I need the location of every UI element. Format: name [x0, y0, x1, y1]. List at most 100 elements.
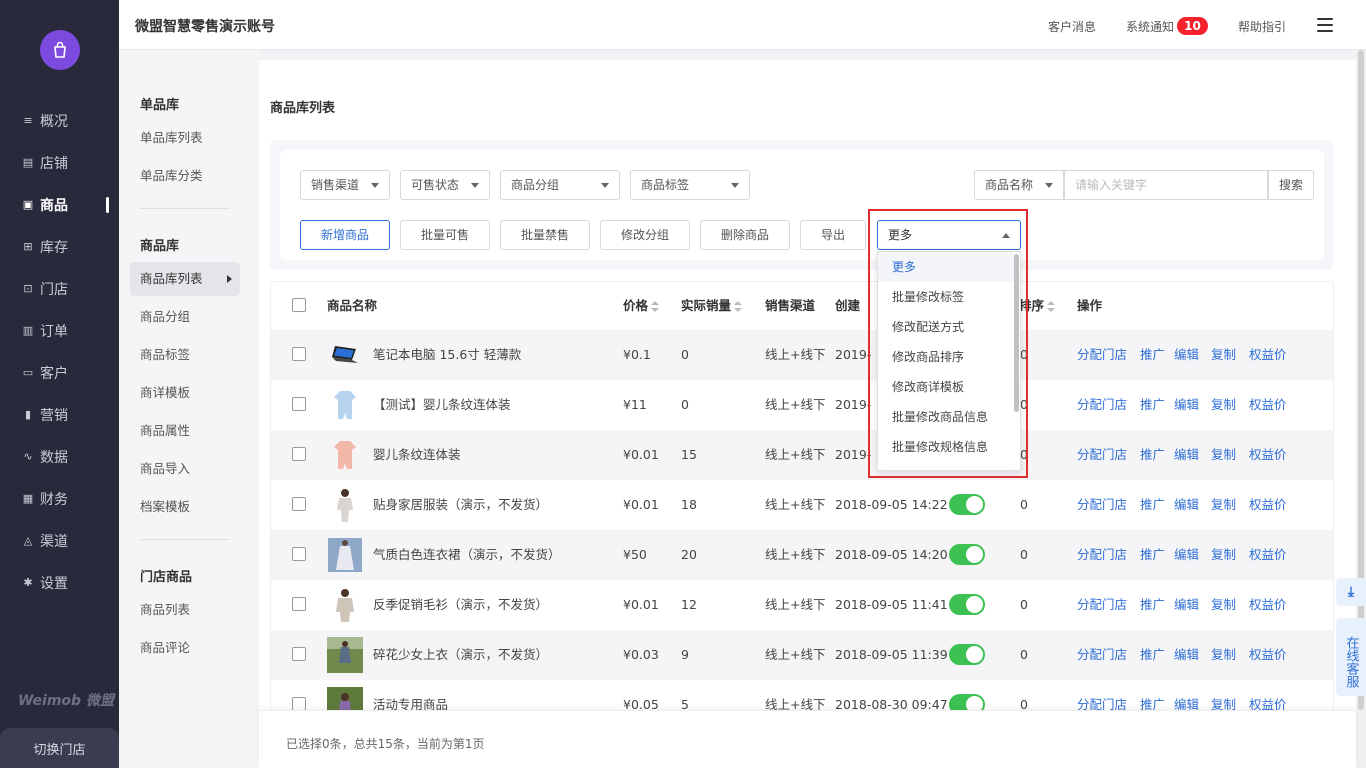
- dropdown-option[interactable]: 更多: [878, 252, 1014, 282]
- modify-group-button[interactable]: 修改分组: [600, 220, 690, 250]
- benefit-price-link[interactable]: 权益价: [1249, 430, 1287, 480]
- download-icon[interactable]: ⤓: [1336, 578, 1366, 606]
- sort-icon[interactable]: [734, 300, 743, 313]
- online-service-button[interactable]: 在线客服: [1336, 618, 1366, 696]
- copy-link[interactable]: 复制: [1211, 430, 1236, 480]
- add-goods-button[interactable]: 新增商品: [300, 220, 390, 250]
- product-name[interactable]: 反季促销毛衫（演示，不发货）: [373, 580, 548, 630]
- on-sale-toggle[interactable]: [949, 494, 985, 515]
- customer-messages-link[interactable]: 客户消息: [1048, 18, 1096, 35]
- copy-link[interactable]: 复制: [1211, 580, 1236, 630]
- nav-item[interactable]: ◬ 渠道: [0, 527, 119, 555]
- col-header-sales[interactable]: 实际销量: [681, 282, 743, 330]
- sort-icon[interactable]: [1047, 300, 1056, 313]
- promote-link[interactable]: 推广: [1140, 380, 1165, 430]
- delete-goods-button[interactable]: 删除商品: [700, 220, 790, 250]
- subnav-item-single-list[interactable]: 单品库列表: [130, 121, 240, 155]
- product-thumbnail[interactable]: [327, 437, 363, 473]
- product-thumbnail[interactable]: [327, 537, 363, 573]
- product-thumbnail[interactable]: [327, 587, 363, 623]
- sort-icon[interactable]: [651, 300, 660, 313]
- subnav-item-goods-tag[interactable]: 商品标签: [130, 338, 240, 372]
- product-name[interactable]: 碎花少女上衣（演示，不发货）: [373, 630, 548, 680]
- assign-store-link[interactable]: 分配门店: [1077, 530, 1127, 580]
- search-field-select[interactable]: 商品名称: [974, 170, 1064, 200]
- benefit-price-link[interactable]: 权益价: [1249, 380, 1287, 430]
- row-checkbox[interactable]: [292, 547, 306, 561]
- benefit-price-link[interactable]: 权益价: [1249, 330, 1287, 380]
- help-guide-link[interactable]: 帮助指引: [1238, 18, 1286, 35]
- sale-status-select[interactable]: 可售状态: [400, 170, 490, 200]
- export-button[interactable]: 导出: [800, 220, 866, 250]
- sales-channel-select[interactable]: 销售渠道: [300, 170, 390, 200]
- nav-item[interactable]: ≡ 概况: [0, 107, 119, 135]
- product-name[interactable]: 婴儿条纹连体装: [373, 430, 461, 480]
- nav-item[interactable]: ▣ 商品: [0, 191, 119, 219]
- row-checkbox[interactable]: [292, 497, 306, 511]
- subnav-item-goods-attr[interactable]: 商品属性: [130, 414, 240, 448]
- row-checkbox[interactable]: [292, 397, 306, 411]
- dropdown-scrollbar[interactable]: [1014, 254, 1019, 412]
- subnav-item-goods-review[interactable]: 商品评论: [130, 631, 240, 665]
- select-all-checkbox[interactable]: [292, 298, 306, 312]
- nav-item[interactable]: ⊞ 库存: [0, 233, 119, 261]
- product-thumbnail[interactable]: [327, 487, 363, 523]
- batch-sellable-button[interactable]: 批量可售: [400, 220, 490, 250]
- assign-store-link[interactable]: 分配门店: [1077, 330, 1127, 380]
- benefit-price-link[interactable]: 权益价: [1249, 580, 1287, 630]
- goods-tag-select[interactable]: 商品标签: [630, 170, 750, 200]
- product-name[interactable]: 笔记本电脑 15.6寸 轻薄款: [373, 330, 521, 380]
- nav-item[interactable]: ⊡ 门店: [0, 275, 119, 303]
- nav-item[interactable]: ▭ 客户: [0, 359, 119, 387]
- row-checkbox[interactable]: [292, 647, 306, 661]
- edit-link[interactable]: 编辑: [1174, 580, 1199, 630]
- system-notice-link[interactable]: 系统通知: [1126, 18, 1174, 35]
- assign-store-link[interactable]: 分配门店: [1077, 580, 1127, 630]
- product-name[interactable]: 【测试】婴儿条纹连体装: [373, 380, 511, 430]
- assign-store-link[interactable]: 分配门店: [1077, 480, 1127, 530]
- nav-item[interactable]: ▤ 店铺: [0, 149, 119, 177]
- copy-link[interactable]: 复制: [1211, 630, 1236, 680]
- col-header-price[interactable]: 价格: [623, 282, 660, 330]
- search-button[interactable]: 搜索: [1268, 170, 1314, 200]
- promote-link[interactable]: 推广: [1140, 530, 1165, 580]
- dropdown-option[interactable]: 批量修改规格信息: [878, 432, 1014, 462]
- promote-link[interactable]: 推广: [1140, 430, 1165, 480]
- on-sale-toggle[interactable]: [949, 544, 985, 565]
- hamburger-menu-icon[interactable]: [1317, 18, 1333, 32]
- product-thumbnail[interactable]: [327, 387, 363, 423]
- batch-forbid-button[interactable]: 批量禁售: [500, 220, 590, 250]
- benefit-price-link[interactable]: 权益价: [1249, 480, 1287, 530]
- edit-link[interactable]: 编辑: [1174, 530, 1199, 580]
- product-thumbnail[interactable]: [327, 337, 363, 373]
- product-name[interactable]: 贴身家居服装（演示，不发货）: [373, 480, 548, 530]
- subnav-item-goods-group[interactable]: 商品分组: [130, 300, 240, 334]
- dropdown-option[interactable]: 批量修改商品信息: [878, 402, 1014, 432]
- promote-link[interactable]: 推广: [1140, 480, 1165, 530]
- promote-link[interactable]: 推广: [1140, 330, 1165, 380]
- row-checkbox[interactable]: [292, 697, 306, 711]
- nav-item[interactable]: ∿ 数据: [0, 443, 119, 471]
- on-sale-toggle[interactable]: [949, 644, 985, 665]
- assign-store-link[interactable]: 分配门店: [1077, 630, 1127, 680]
- benefit-price-link[interactable]: 权益价: [1249, 630, 1287, 680]
- dropdown-option[interactable]: 修改商详模板: [878, 372, 1014, 402]
- subnav-item-goods-list[interactable]: 商品库列表: [130, 262, 240, 296]
- edit-link[interactable]: 编辑: [1174, 630, 1199, 680]
- nav-item[interactable]: ✱ 设置: [0, 569, 119, 597]
- nav-item[interactable]: ▦ 财务: [0, 485, 119, 513]
- assign-store-link[interactable]: 分配门店: [1077, 380, 1127, 430]
- promote-link[interactable]: 推广: [1140, 630, 1165, 680]
- assign-store-link[interactable]: 分配门店: [1077, 430, 1127, 480]
- row-checkbox[interactable]: [292, 447, 306, 461]
- edit-link[interactable]: 编辑: [1174, 430, 1199, 480]
- dropdown-option[interactable]: 修改商品排序: [878, 342, 1014, 372]
- subnav-item-single-category[interactable]: 单品库分类: [130, 159, 240, 193]
- edit-link[interactable]: 编辑: [1174, 330, 1199, 380]
- shopping-bag-logo-icon[interactable]: [40, 30, 80, 70]
- row-checkbox[interactable]: [292, 597, 306, 611]
- copy-link[interactable]: 复制: [1211, 480, 1236, 530]
- nav-item[interactable]: ▮ 营销: [0, 401, 119, 429]
- copy-link[interactable]: 复制: [1211, 330, 1236, 380]
- subnav-item-goods-import[interactable]: 商品导入: [130, 452, 240, 486]
